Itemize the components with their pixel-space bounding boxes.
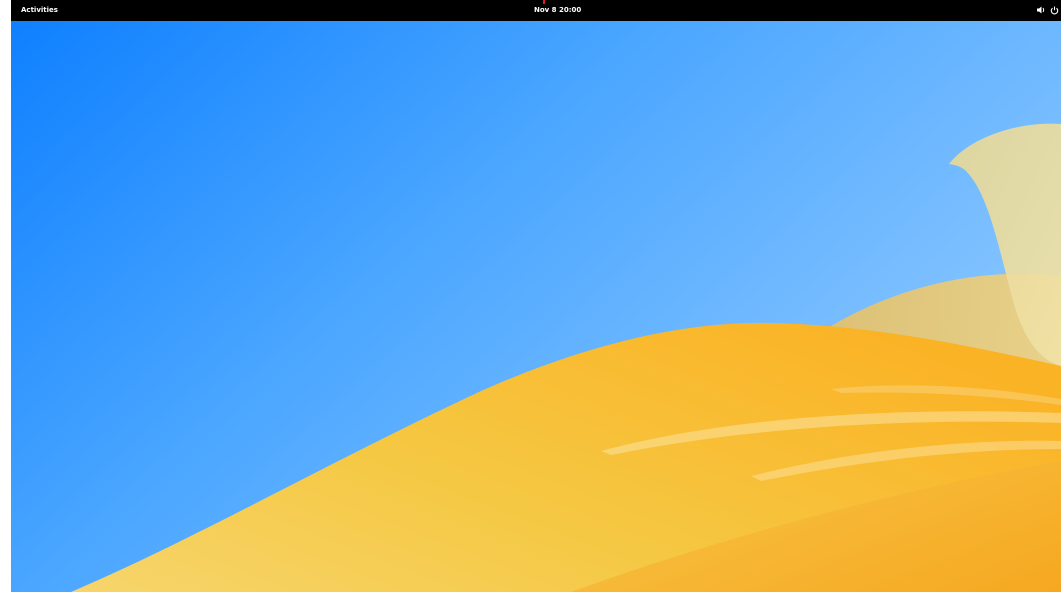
screen-margin — [0, 0, 11, 592]
wallpaper-image — [11, 21, 1061, 592]
clock-button[interactable]: Nov 8 20:00 — [534, 0, 581, 21]
power-icon — [1050, 6, 1059, 17]
system-status-area[interactable] — [1033, 0, 1061, 21]
desktop-screen: Activities Nov 8 20:00 — [0, 0, 1061, 592]
volume-icon — [1037, 6, 1046, 16]
desktop-background — [11, 21, 1061, 592]
top-bar: Activities Nov 8 20:00 — [11, 0, 1061, 21]
activities-button[interactable]: Activities — [21, 0, 58, 21]
